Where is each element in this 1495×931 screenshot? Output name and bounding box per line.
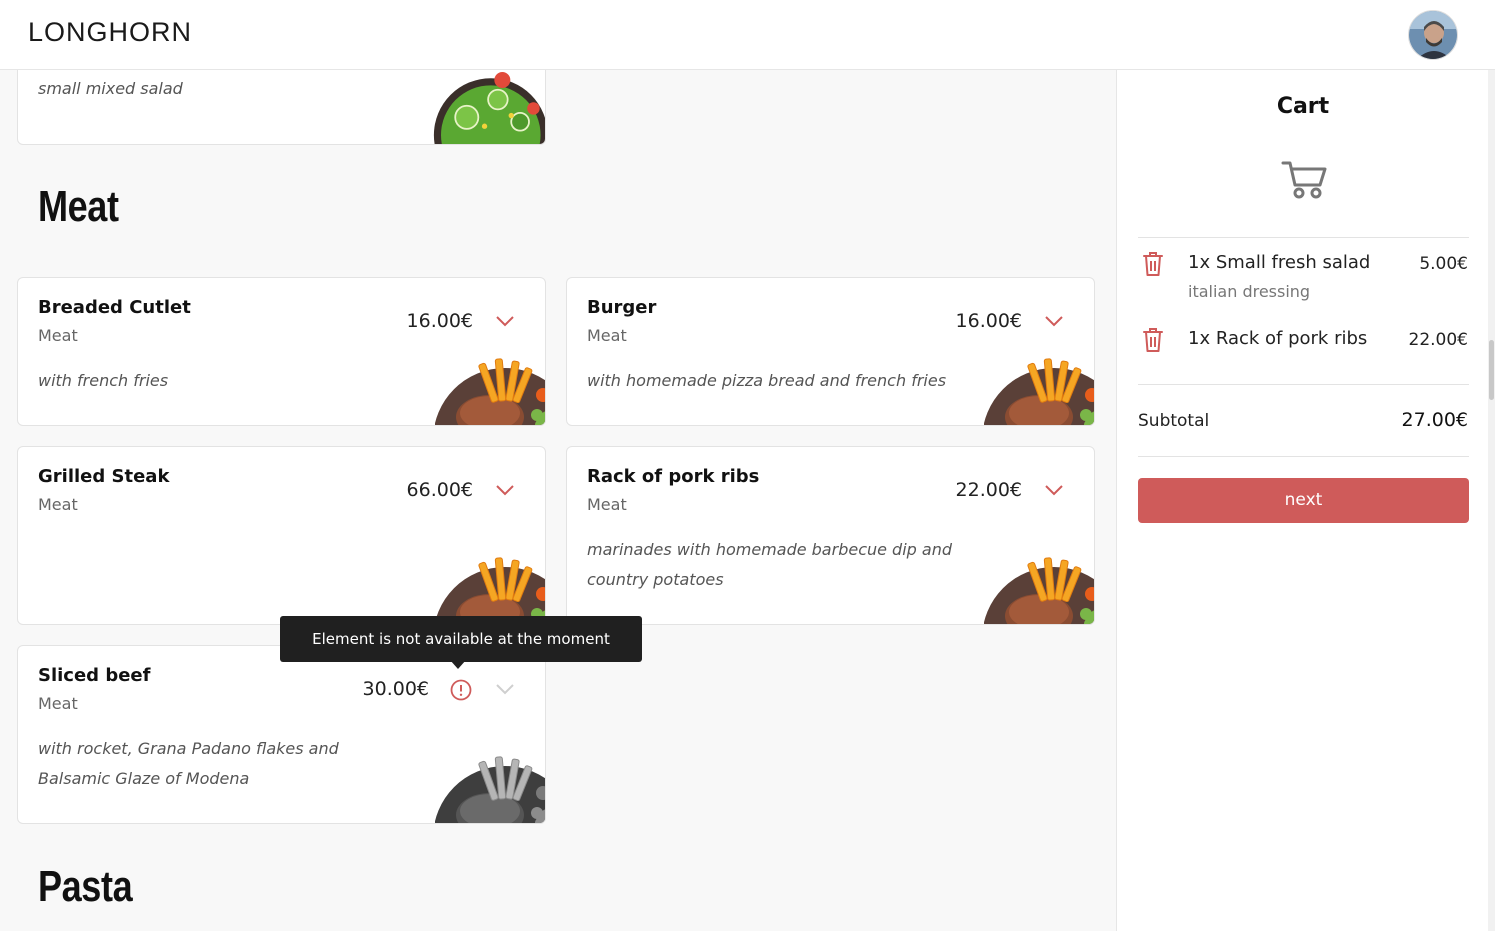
menu-card-burger[interactable]: Burger Meat 16.00€ with homemade pizza b… xyxy=(566,277,1095,426)
card-category: Meat xyxy=(587,495,627,514)
cart-sidebar: Cart 1x Small fresh salad italian dressi… xyxy=(1116,70,1488,931)
scrollbar-track[interactable] xyxy=(1488,0,1495,931)
menu-card-breaded-cutlet[interactable]: Breaded Cutlet Meat 16.00€ with french f… xyxy=(17,277,546,426)
card-price: 30.00€ xyxy=(362,678,429,700)
card-description: with rocket, Grana Padano flakes and Bal… xyxy=(38,739,339,788)
unavailable-tooltip: Element is not available at the moment xyxy=(280,616,642,662)
cart-title: Cart xyxy=(1276,94,1330,119)
cart-item-label: 1x Small fresh salad xyxy=(1188,252,1371,273)
tooltip-arrow xyxy=(450,660,466,669)
cart-item-price: 22.00€ xyxy=(1408,330,1468,350)
card-price: 22.00€ xyxy=(955,479,1022,501)
chevron-down-icon[interactable] xyxy=(1044,483,1064,497)
card-name: Breaded Cutlet xyxy=(38,297,191,318)
salad-image xyxy=(433,72,545,144)
card-category: Meat xyxy=(38,694,78,713)
chevron-down-icon[interactable] xyxy=(495,314,515,328)
dish-image xyxy=(435,557,545,624)
next-button[interactable]: next xyxy=(1138,478,1469,523)
trash-icon[interactable] xyxy=(1141,326,1165,354)
card-category: Meat xyxy=(38,326,78,345)
dish-image xyxy=(984,358,1094,425)
trash-icon[interactable] xyxy=(1141,250,1165,278)
divider xyxy=(1138,237,1469,238)
app-logo[interactable]: LONGHORN xyxy=(28,17,192,48)
card-price: 66.00€ xyxy=(406,479,473,501)
cart-item-note: italian dressing xyxy=(1188,282,1311,301)
chevron-down-icon[interactable] xyxy=(495,483,515,497)
menu-card-sliced-beef[interactable]: Sliced beef Meat 30.00€ with rocket, Gra… xyxy=(17,645,546,824)
card-category: Meat xyxy=(587,326,627,345)
avatar[interactable] xyxy=(1408,10,1458,60)
cart-item-price: 5.00€ xyxy=(1419,254,1468,274)
subtotal-value: 27.00€ xyxy=(1401,409,1468,431)
card-description: marinades with homemade barbecue dip and… xyxy=(587,540,952,589)
dish-image xyxy=(435,358,545,425)
chevron-down-icon[interactable] xyxy=(1044,314,1064,328)
card-name: Grilled Steak xyxy=(38,466,170,487)
cart-item-label: 1x Rack of pork ribs xyxy=(1188,328,1368,349)
dish-image xyxy=(435,756,545,823)
menu-card-pork-ribs[interactable]: Rack of pork ribs Meat 22.00€ marinades … xyxy=(566,446,1095,625)
top-header: LONGHORN xyxy=(0,0,1495,70)
card-price: 16.00€ xyxy=(955,310,1022,332)
card-description: with homemade pizza bread and french fri… xyxy=(587,371,947,390)
divider xyxy=(1138,456,1469,457)
card-description: small mixed salad xyxy=(38,79,183,98)
section-title-meat: Meat xyxy=(38,182,119,231)
dish-image xyxy=(984,557,1094,624)
card-name: Rack of pork ribs xyxy=(587,466,760,487)
info-icon[interactable] xyxy=(449,678,473,702)
scrollbar-thumb[interactable] xyxy=(1489,340,1494,400)
card-name: Sliced beef xyxy=(38,665,151,686)
chevron-down-icon xyxy=(496,684,514,695)
card-name: Burger xyxy=(587,297,657,318)
card-price: 16.00€ xyxy=(406,310,473,332)
card-description: with french fries xyxy=(38,371,169,390)
menu-area: small mixed salad Meat Breaded Cutlet Me… xyxy=(0,70,1116,931)
subtotal-label: Subtotal xyxy=(1138,411,1210,431)
card-category: Meat xyxy=(38,495,78,514)
menu-card-grilled-steak[interactable]: Grilled Steak Meat 66.00€ xyxy=(17,446,546,625)
cart-icon xyxy=(1281,161,1327,199)
section-title-pasta: Pasta xyxy=(38,862,133,911)
menu-card-salad[interactable]: small mixed salad xyxy=(17,70,546,145)
divider xyxy=(1138,384,1469,385)
